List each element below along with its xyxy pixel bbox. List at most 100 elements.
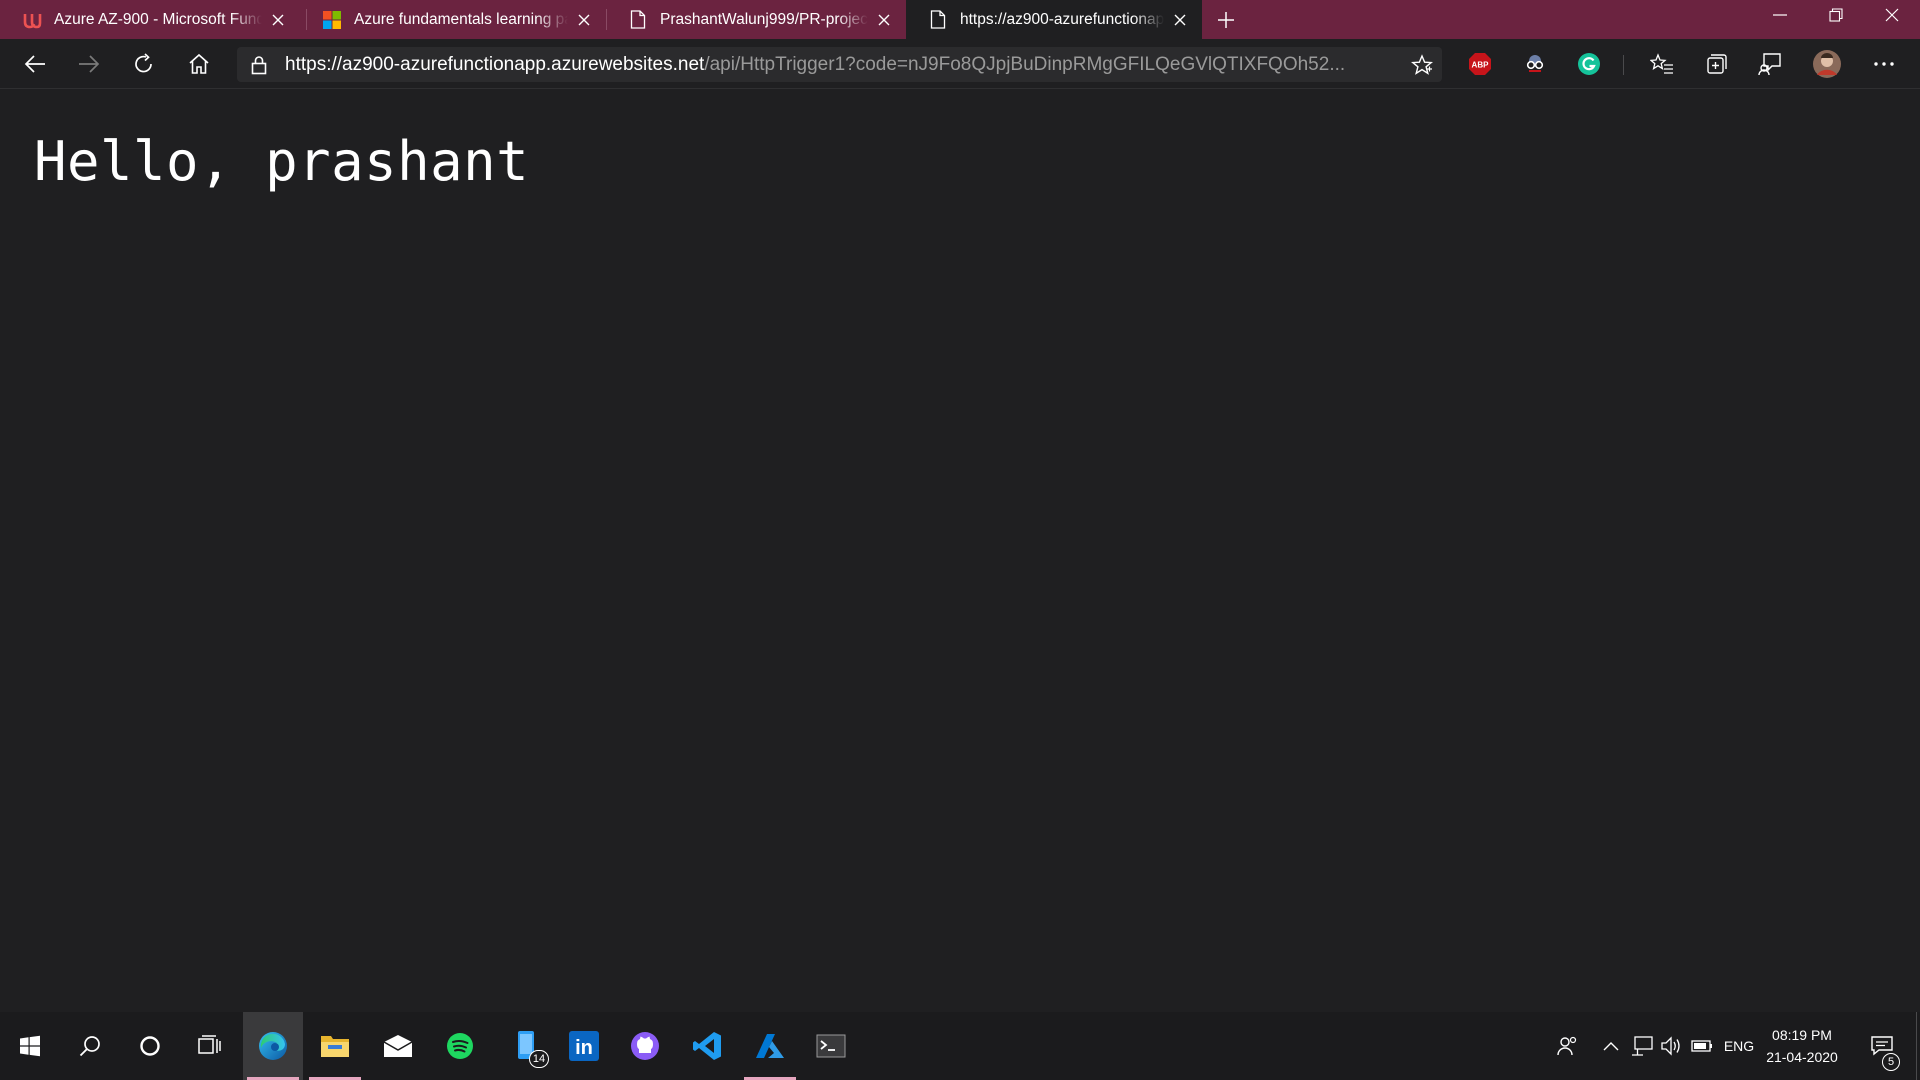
clock[interactable]: 08:19 PM 21-04-2020	[1760, 1012, 1844, 1080]
tab-pr-project[interactable]: PrashantWalunj999/PR-project: P	[606, 0, 906, 39]
notification-count-badge: 5	[1882, 1053, 1900, 1071]
taskbar-app-azure[interactable]	[740, 1012, 800, 1080]
network-icon	[1632, 1036, 1653, 1056]
volume-button[interactable]	[1658, 1012, 1686, 1080]
microsoft-icon	[322, 10, 342, 30]
vscode-icon	[693, 1032, 721, 1060]
windows-taskbar: 14 in ENG 08:19 PM 21-04-2020 5	[0, 1012, 1920, 1080]
adblock-plus-label: ABP	[1472, 61, 1490, 70]
taskbar-app-spotify[interactable]	[430, 1012, 490, 1080]
browser-tab-strip: Azure AZ-900 - Microsoft Fundamentals Az…	[0, 0, 1920, 39]
taskbar-app-mail[interactable]	[368, 1012, 428, 1080]
cortana-button[interactable]	[120, 1012, 180, 1080]
tab-title: Azure AZ-900 - Microsoft Fundamentals	[54, 10, 262, 28]
lock-icon[interactable]	[251, 55, 281, 75]
close-window-button[interactable]	[1864, 0, 1920, 30]
minimize-button[interactable]	[1752, 0, 1808, 30]
clock-date: 21-04-2020	[1766, 1049, 1838, 1065]
linkedin-label: in	[575, 1037, 593, 1059]
language-indicator[interactable]: ENG	[1720, 1012, 1758, 1080]
toolbar-divider	[1623, 55, 1624, 75]
favorites-icon[interactable]	[1648, 50, 1676, 78]
feedback-icon[interactable]	[1756, 50, 1784, 78]
refresh-button[interactable]	[127, 48, 161, 80]
back-button[interactable]	[18, 48, 52, 80]
taskbar-app-phone[interactable]: 14	[497, 1012, 557, 1080]
tab-azure-az900[interactable]: Azure AZ-900 - Microsoft Fundamentals	[0, 0, 300, 39]
volume-icon	[1661, 1036, 1680, 1056]
task-view-button[interactable]	[180, 1012, 240, 1080]
greeting-text: Hello, prashant	[34, 130, 530, 193]
new-tab-button[interactable]	[1212, 6, 1240, 34]
extension-glasses-icon[interactable]	[1521, 50, 1549, 78]
github-icon	[631, 1032, 659, 1060]
more-menu-icon[interactable]	[1870, 50, 1898, 78]
task-view-icon	[198, 1035, 221, 1054]
tab-close-icon[interactable]	[874, 10, 894, 30]
url-host: https://az900-azurefunctionapp.azurewebs…	[285, 53, 705, 75]
action-center-button[interactable]: 5	[1860, 1012, 1904, 1080]
windows-icon	[20, 1035, 40, 1057]
forward-button[interactable]	[72, 48, 106, 80]
restore-button[interactable]	[1808, 0, 1864, 30]
taskbar-app-terminal[interactable]	[801, 1012, 861, 1080]
linkedin-icon: in	[569, 1031, 599, 1061]
tab-azure-fundamentals[interactable]: Azure fundamentals learning path	[300, 0, 606, 39]
azure-icon	[756, 1034, 784, 1058]
taskbar-app-edge[interactable]	[243, 1012, 303, 1080]
grammarly-icon[interactable]	[1575, 50, 1603, 78]
udemy-icon	[22, 10, 42, 30]
taskbar-app-github[interactable]	[615, 1012, 675, 1080]
folder-icon	[321, 1036, 349, 1057]
battery-button[interactable]	[1688, 1012, 1716, 1080]
people-icon	[1557, 1036, 1577, 1056]
clock-time: 08:19 PM	[1772, 1027, 1832, 1043]
taskbar-app-linkedin[interactable]: in	[554, 1012, 614, 1080]
forward-icon	[79, 55, 100, 73]
edge-icon	[259, 1032, 287, 1060]
taskbar-app-file-explorer[interactable]	[305, 1012, 365, 1080]
back-icon	[24, 55, 45, 73]
tab-close-icon[interactable]	[1170, 10, 1190, 30]
plus-icon	[1218, 12, 1234, 28]
chevron-up-icon	[1603, 1042, 1619, 1051]
taskbar-app-vscode[interactable]	[677, 1012, 737, 1080]
favorite-star-icon[interactable]	[1402, 53, 1442, 76]
url-text[interactable]: https://az900-azurefunctionapp.azurewebs…	[281, 54, 1402, 76]
page-content: Hello, prashant	[0, 90, 1920, 1012]
tab-close-icon[interactable]	[268, 10, 288, 30]
tab-title: Azure fundamentals learning path	[354, 10, 568, 28]
terminal-icon	[816, 1034, 846, 1058]
adblock-plus-icon[interactable]: ABP	[1466, 50, 1494, 78]
mail-icon	[383, 1035, 413, 1057]
close-icon	[1885, 8, 1899, 22]
profile-avatar-icon[interactable]	[1812, 49, 1842, 79]
tab-close-icon[interactable]	[574, 10, 594, 30]
restore-icon	[1829, 8, 1843, 22]
collections-icon[interactable]	[1702, 50, 1730, 78]
people-button[interactable]	[1550, 1012, 1584, 1080]
search-button[interactable]	[60, 1012, 120, 1080]
refresh-icon	[135, 53, 152, 73]
start-button[interactable]	[0, 1012, 60, 1080]
page-icon	[628, 10, 648, 30]
notification-badge: 14	[529, 1050, 549, 1068]
tab-azure-function-app[interactable]: https://az900-azurefunctionapp.azurewebs…	[906, 0, 1202, 39]
tab-title: https://az900-azurefunctionapp.azurewebs…	[960, 10, 1164, 28]
show-desktop-button[interactable]	[1916, 1012, 1920, 1080]
home-button[interactable]	[182, 48, 216, 80]
url-path: /api/HttpTrigger1?code=nJ9Fo8QJpjBuDinpR…	[704, 53, 1346, 75]
browser-toolbar: https://az900-azurefunctionapp.azurewebs…	[0, 39, 1920, 89]
show-hidden-icons-button[interactable]	[1598, 1012, 1624, 1080]
network-button[interactable]	[1628, 1012, 1656, 1080]
tab-title: PrashantWalunj999/PR-project: P	[660, 10, 868, 28]
battery-icon	[1691, 1040, 1712, 1052]
home-icon	[189, 53, 209, 74]
page-icon	[928, 10, 948, 30]
address-bar[interactable]: https://az900-azurefunctionapp.azurewebs…	[237, 47, 1442, 82]
language-label: ENG	[1723, 1038, 1755, 1054]
search-icon	[79, 1036, 100, 1057]
spotify-icon	[447, 1033, 473, 1059]
window-controls	[1752, 0, 1920, 32]
cortana-icon	[140, 1036, 160, 1056]
